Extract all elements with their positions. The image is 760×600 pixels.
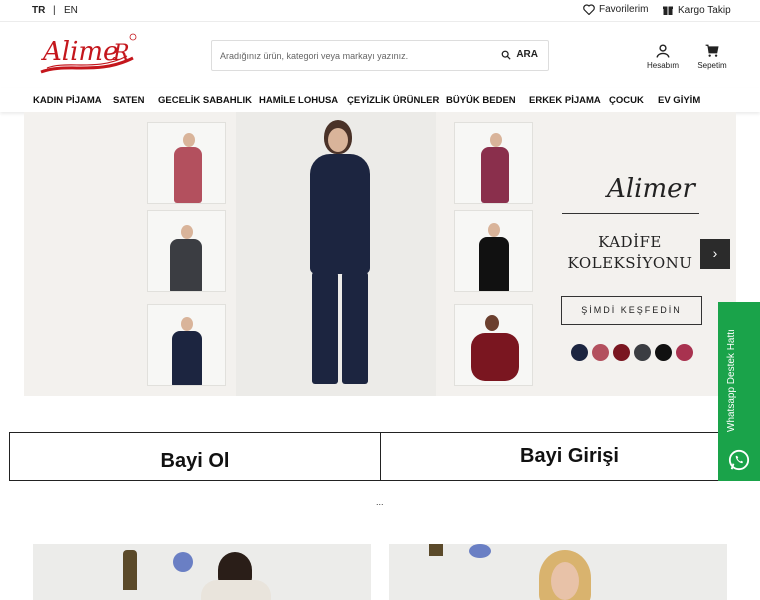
heart-icon [583,4,595,15]
logo-graphic: Alime R [40,33,137,74]
nav-kadin-pijama[interactable]: KADIN PİJAMA [33,95,102,106]
nav-cocuk[interactable]: ÇOCUK [609,95,644,106]
decor-flowers [469,544,491,558]
hero-model-panel [236,112,436,396]
hero-cta-button[interactable]: ŞİMDİ KEŞFEDİN [561,296,702,325]
hero-title: KADİFE KOLEKSİYONU [550,232,710,274]
svg-text:Alime: Alime [41,37,118,67]
lang-tr-link[interactable]: TR [32,5,45,16]
favorites-link[interactable]: Favorilerim [583,4,648,15]
decor-flowers [173,552,193,572]
decor-bottle [123,550,137,590]
search-button[interactable]: ARA [501,49,538,60]
favorites-label: Favorilerim [599,4,649,15]
nav-ceyizlik-urunler[interactable]: ÇEYİZLİK ÜRÜNLER [347,95,439,106]
product-thumb-burgundy [454,304,533,386]
color-swatch-plum[interactable] [676,344,693,361]
whatsapp-icon [728,449,750,471]
cargo-label: Kargo Takip [678,4,731,16]
hero-brand: Alimer [607,174,695,204]
nav-erkek-pijama[interactable]: ERKEK PİJAMA [529,95,601,106]
lang-separator: | [53,5,56,16]
hero-divider [562,213,699,214]
model-shirt [201,580,271,600]
product-thumb-plum [454,122,533,204]
svg-text:R: R [112,41,130,66]
section-dots: ... [376,497,384,507]
color-swatch-black[interactable] [655,344,672,361]
category-tile-women[interactable] [389,544,727,600]
account-label: Hesabım [646,61,679,70]
color-swatch-burgundy[interactable] [613,344,630,361]
cart-link[interactable]: Sepetim [687,44,737,70]
decor-bottle [429,544,443,556]
category-tile-men[interactable] [33,544,371,600]
cargo-tracking-link[interactable]: Kargo Takip [662,4,731,16]
nav-saten[interactable]: SATEN [113,95,145,106]
product-thumb-red [147,122,226,204]
nav-gecelik-sabahlik[interactable]: GECELİK SABAHLIK [158,95,252,106]
gift-box-icon [663,6,673,15]
search-bar: ARA [211,40,549,71]
color-swatch-navy[interactable] [571,344,588,361]
dealer-login-button[interactable]: Bayi Girişi [381,432,759,481]
search-button-label: ARA [516,49,538,60]
cart-icon [705,44,719,57]
product-thumb-grey [147,210,226,292]
product-thumb-black [454,210,533,292]
nav-buyuk-beden[interactable]: BÜYÜK BEDEN [446,95,516,106]
search-icon [501,50,511,60]
hero-title-line2: KOLEKSİYONU [567,254,693,272]
nav-hamile-lohusa[interactable]: HAMİLE LOHUSA [259,95,338,106]
color-swatch-rose[interactable] [592,344,609,361]
product-thumb-navy [147,304,226,386]
model-face [551,562,579,600]
lang-en-link[interactable]: EN [64,5,78,16]
hero-slider[interactable]: Alimer KADİFE KOLEKSİYONU ŞİMDİ KEŞFEDİN… [24,112,736,396]
whatsapp-label: Whatsapp Destek Hattı [726,329,737,432]
alimer-logo[interactable]: Alime R [37,32,137,78]
color-swatch-grey[interactable] [634,344,651,361]
become-dealer-button[interactable]: Bayi Ol [9,432,381,481]
cart-label: Sepetim [697,61,727,70]
hero-title-line1: KADİFE [598,233,662,251]
user-icon [656,44,670,58]
main-navigation: KADIN PİJAMA SATEN GECELİK SABAHLIK HAMİ… [0,88,760,112]
nav-ev-giyim[interactable]: EV GİYİM [658,95,700,106]
chevron-right-icon: › [712,245,718,261]
account-link[interactable]: Hesabım [638,44,688,70]
whatsapp-support-button[interactable]: Whatsapp Destek Hattı [718,302,760,481]
slider-next-button[interactable]: › [700,239,730,269]
top-bar: TR | EN Favorilerim Kargo Takip [0,0,760,22]
search-input[interactable] [220,41,490,70]
